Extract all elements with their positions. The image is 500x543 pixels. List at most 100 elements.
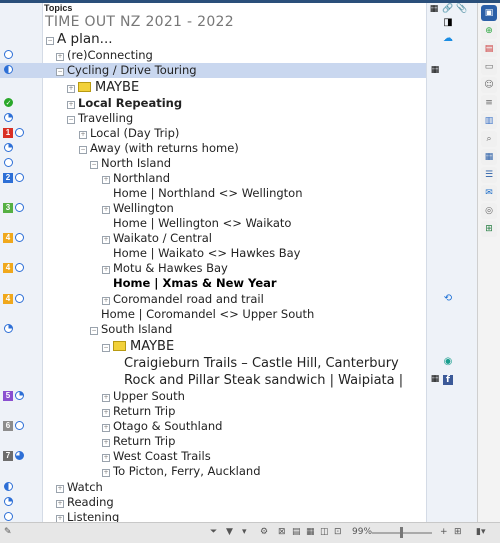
note-icon[interactable]: ▦ [429, 373, 441, 385]
expand-icon[interactable]: + [79, 131, 87, 139]
priority-badge[interactable]: 6 [3, 421, 13, 431]
sidebar-person-button[interactable]: ☺ [481, 77, 497, 93]
task-progress-icon[interactable] [15, 391, 24, 400]
priority-badge[interactable]: 4 [3, 263, 13, 273]
edit-icon[interactable]: ✎ [4, 526, 12, 539]
collapse-icon[interactable]: − [90, 161, 98, 169]
expand-icon[interactable]: + [56, 485, 64, 493]
outline-row[interactable]: 4 + Waikato / Central [0, 231, 426, 246]
expand-icon[interactable]: + [56, 500, 64, 508]
outline-row[interactable]: Home | Coromandel <> Upper South [0, 307, 426, 322]
filter-icon[interactable]: ⏷ [210, 526, 217, 539]
sidebar-outlook-button[interactable]: ✉ [481, 185, 497, 201]
expand-icon[interactable]: + [67, 101, 75, 109]
task-progress-icon[interactable] [4, 50, 13, 59]
task-progress-icon[interactable] [15, 203, 24, 212]
collapse-icon[interactable]: − [90, 327, 98, 335]
expand-icon[interactable]: + [102, 206, 110, 214]
task-progress-icon[interactable] [4, 113, 13, 122]
priority-badge[interactable]: 2 [3, 173, 13, 183]
expand-icon[interactable]: + [102, 469, 110, 477]
task-progress-icon[interactable] [4, 158, 13, 167]
zoom-slider-handle[interactable] [400, 527, 403, 538]
view-gantt-icon[interactable]: ⊡ [334, 526, 342, 539]
task-progress-icon[interactable] [4, 65, 13, 74]
outline-row[interactable]: Home | Wellington <> Waikato [0, 216, 426, 231]
title-row[interactable]: TIME OUT NZ 2021 - 2022 ◨ [0, 14, 453, 31]
expand-icon[interactable]: + [102, 297, 110, 305]
notes-column-icon[interactable]: ▦ [428, 3, 440, 15]
view-map-icon[interactable]: ◫ [320, 526, 329, 539]
cloud-icon[interactable]: ☁ [442, 33, 454, 45]
view-outline-icon[interactable]: ▤ [292, 526, 301, 539]
sidebar-blue-button[interactable]: ▣ [481, 5, 497, 21]
outline-row[interactable]: − MAYBE [0, 338, 426, 355]
sidebar-excel-button[interactable]: ⊞ [481, 221, 497, 237]
collapse-icon[interactable]: − [67, 116, 75, 124]
outline-row[interactable]: − Cycling / Drive Touring ▦ [0, 63, 439, 78]
outline-row[interactable]: + Reading [0, 495, 426, 510]
outline-row[interactable]: − North Island [0, 156, 426, 171]
outline-row[interactable]: 5 + Upper South [0, 389, 426, 404]
outline-row[interactable]: 2 + Northland [0, 171, 426, 186]
collapse-icon[interactable]: − [102, 344, 110, 352]
outline-row[interactable]: Home | Waikato <> Hawkes Bay [0, 246, 426, 261]
outline-row[interactable]: + MAYBE [0, 79, 426, 96]
task-complete-icon[interactable]: ✓ [4, 98, 13, 107]
outline-row[interactable]: 3 + Wellington [0, 201, 426, 216]
facebook-icon[interactable]: f [443, 375, 453, 385]
outline-row[interactable]: Rock and Pillar Steak sandwich | Waipiat… [0, 372, 453, 389]
outline-row[interactable]: 7 + West Coast Trails [0, 449, 426, 464]
outline-row[interactable]: Craigieburn Trails – Castle Hill, Canter… [0, 355, 452, 372]
attach-column-icon[interactable]: 📎 [456, 3, 468, 15]
expand-icon[interactable]: + [102, 454, 110, 462]
expand-icon[interactable]: + [102, 394, 110, 402]
view-list-icon[interactable]: ▦ [306, 526, 315, 539]
sidebar-layout-button[interactable]: ▥ [481, 113, 497, 129]
note-icon[interactable]: ▦ [429, 64, 441, 76]
expand-icon[interactable]: + [67, 85, 75, 93]
outline-row[interactable]: − South Island [0, 322, 426, 337]
settings-icon[interactable]: ⚙ [260, 526, 268, 539]
outline-row[interactable]: Home | Xmas & New Year [0, 276, 426, 291]
outline-row[interactable]: 4 + Coromandel road and trail ⟲ [0, 292, 452, 307]
outline-row[interactable]: + To Picton, Ferry, Auckland [0, 464, 426, 479]
sidebar-panel-button[interactable]: ▦ [481, 149, 497, 165]
document-icon[interactable]: ◨ [442, 17, 454, 29]
task-progress-icon[interactable] [4, 512, 13, 521]
task-progress-icon[interactable] [15, 263, 24, 272]
outline-row[interactable]: − Travelling [0, 111, 426, 126]
funnel-icon[interactable]: ▼ [226, 526, 233, 539]
task-progress-icon[interactable] [4, 497, 13, 506]
task-progress-icon[interactable] [4, 324, 13, 333]
sidebar-globe-button[interactable]: ◎ [481, 203, 497, 219]
panel-toggle-icon[interactable]: ▮▾ [476, 526, 485, 539]
task-progress-icon[interactable] [15, 294, 24, 303]
expand-icon[interactable]: + [102, 236, 110, 244]
outline-row[interactable]: + Watch [0, 480, 426, 495]
expand-icon[interactable]: + [102, 266, 110, 274]
outline-row[interactable]: + Return Trip [0, 434, 426, 449]
priority-badge[interactable]: 4 [3, 294, 13, 304]
link-icon[interactable]: ⟲ [442, 293, 454, 305]
collapse-icon[interactable]: − [56, 68, 64, 76]
sidebar-calendar-button[interactable]: ▤ [481, 41, 497, 57]
sidebar-add-button[interactable]: ⊕ [481, 23, 497, 39]
priority-badge[interactable]: 5 [3, 391, 13, 401]
topic-a-plan[interactable]: − A plan... ☁ [0, 31, 453, 48]
outline-row[interactable]: ✓ + Local Repeating [0, 96, 426, 111]
fit-page-icon[interactable]: ⊞ [454, 526, 462, 539]
collapse-icon[interactable]: − [46, 37, 54, 45]
task-progress-icon[interactable] [15, 173, 24, 182]
priority-badge[interactable]: 7 [3, 451, 13, 461]
task-progress-icon[interactable] [15, 451, 24, 460]
sidebar-clipboard-button[interactable]: ▭ [481, 59, 497, 75]
outline-row[interactable]: 4 + Motu & Hawkes Bay [0, 261, 426, 276]
outline-row[interactable]: Home | Northland <> Wellington [0, 186, 426, 201]
task-progress-icon[interactable] [4, 482, 13, 491]
priority-badge[interactable]: 4 [3, 233, 13, 243]
sidebar-tree-button[interactable]: ≡ [481, 95, 497, 111]
sidebar-search-button[interactable]: ⌕ [481, 131, 497, 147]
expand-icon[interactable]: + [102, 176, 110, 184]
task-progress-icon[interactable] [15, 233, 24, 242]
